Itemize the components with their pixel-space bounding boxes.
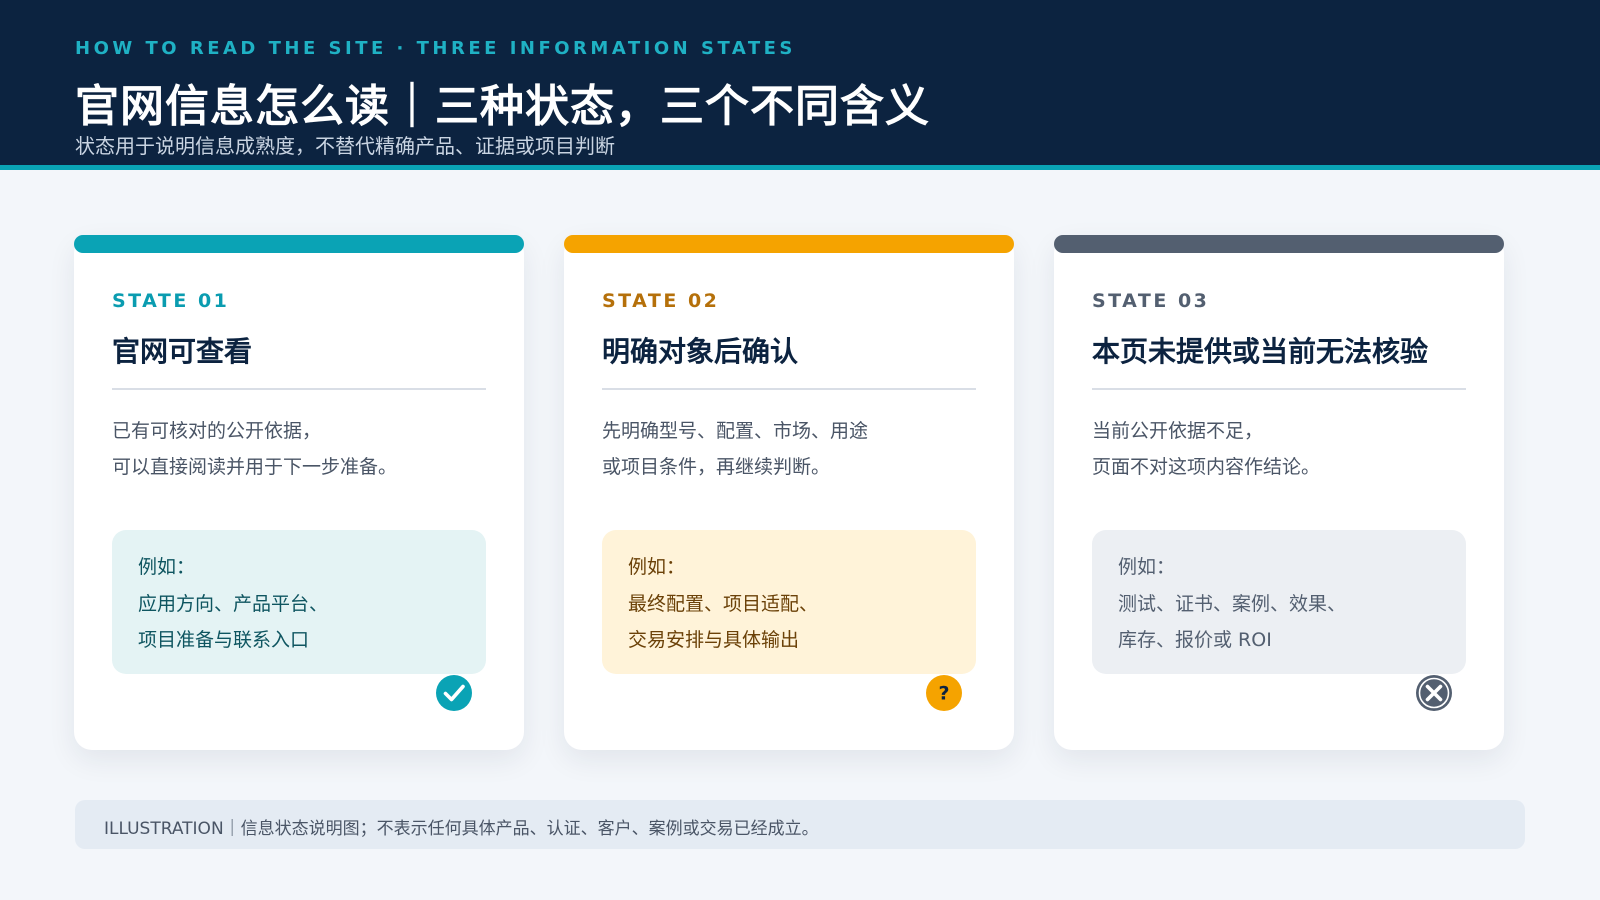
card-divider (602, 388, 976, 390)
illustration-note-text: ILLUSTRATION｜信息状态说明图；不表示任何具体产品、认证、客户、案例或… (104, 819, 819, 839)
page-header: HOW TO READ THE SITE · THREE INFORMATION… (0, 0, 1600, 165)
state-card-02: STATE 02 明确对象后确认 先明确型号、配置、市场、用途 或项目条件，再继… (564, 235, 1014, 750)
card-divider (1092, 388, 1466, 390)
card-description: 已有可核对的公开依据， 可以直接阅读并用于下一步准备。 (112, 413, 492, 485)
card-accent-bar (74, 235, 524, 253)
header-eyebrow: HOW TO READ THE SITE · THREE INFORMATION… (75, 38, 796, 59)
card-title: 明确对象后确认 (602, 335, 799, 368)
example-box: 例如： 测试、证书、案例、效果、 库存、报价或 ROI (1092, 530, 1466, 674)
example-box: 例如： 应用方向、产品平台、 项目准备与联系入口 (112, 530, 486, 674)
state-card-01: STATE 01 官网可查看 已有可核对的公开依据， 可以直接阅读并用于下一步准… (74, 235, 524, 750)
illustration-note: ILLUSTRATION｜信息状态说明图；不表示任何具体产品、认证、客户、案例或… (75, 800, 1525, 849)
card-description-line: 页面不对这项内容作结论。 (1092, 456, 1321, 478)
example-label: 例如： (628, 556, 686, 578)
x-circle-icon (1416, 675, 1452, 711)
check-circle-icon (436, 675, 472, 711)
state-label: STATE 01 (112, 290, 230, 312)
svg-text:?: ? (938, 683, 949, 705)
state-card-03: STATE 03 本页未提供或当前无法核验 当前公开依据不足， 页面不对这项内容… (1054, 235, 1504, 750)
question-circle-icon: ? (926, 675, 962, 711)
page-subtitle: 状态用于说明信息成熟度，不替代精确产品、证据或项目判断 (75, 134, 615, 158)
card-title: 本页未提供或当前无法核验 (1092, 335, 1429, 368)
card-title: 官网可查看 (112, 335, 253, 368)
example-line: 项目准备与联系入口 (138, 629, 310, 651)
card-description-line: 已有可核对的公开依据， (112, 420, 322, 442)
card-description: 先明确型号、配置、市场、用途 或项目条件，再继续判断。 (602, 413, 982, 485)
card-description-line: 先明确型号、配置、市场、用途 (602, 420, 869, 442)
card-description-line: 当前公开依据不足， (1092, 420, 1264, 442)
card-accent-bar (564, 235, 1014, 253)
example-line: 测试、证书、案例、效果、 (1118, 593, 1347, 615)
card-accent-bar (1054, 235, 1504, 253)
example-line: 应用方向、产品平台、 (138, 593, 329, 615)
example-line: 交易安排与具体输出 (628, 629, 800, 651)
example-label: 例如： (138, 556, 196, 578)
card-description-line: 可以直接阅读并用于下一步准备。 (112, 456, 398, 478)
example-label: 例如： (1118, 556, 1176, 578)
card-description-line: 或项目条件，再继续判断。 (602, 456, 831, 478)
example-line: 库存、报价或 ROI (1118, 629, 1272, 651)
header-accent-rule (0, 165, 1600, 170)
state-label: STATE 03 (1092, 290, 1210, 312)
example-box: 例如： 最终配置、项目适配、 交易安排与具体输出 (602, 530, 976, 674)
card-divider (112, 388, 486, 390)
page-title: 官网信息怎么读｜三种状态，三个不同含义 (75, 81, 930, 132)
example-line: 最终配置、项目适配、 (628, 593, 819, 615)
state-label: STATE 02 (602, 290, 720, 312)
card-description: 当前公开依据不足， 页面不对这项内容作结论。 (1092, 413, 1472, 485)
